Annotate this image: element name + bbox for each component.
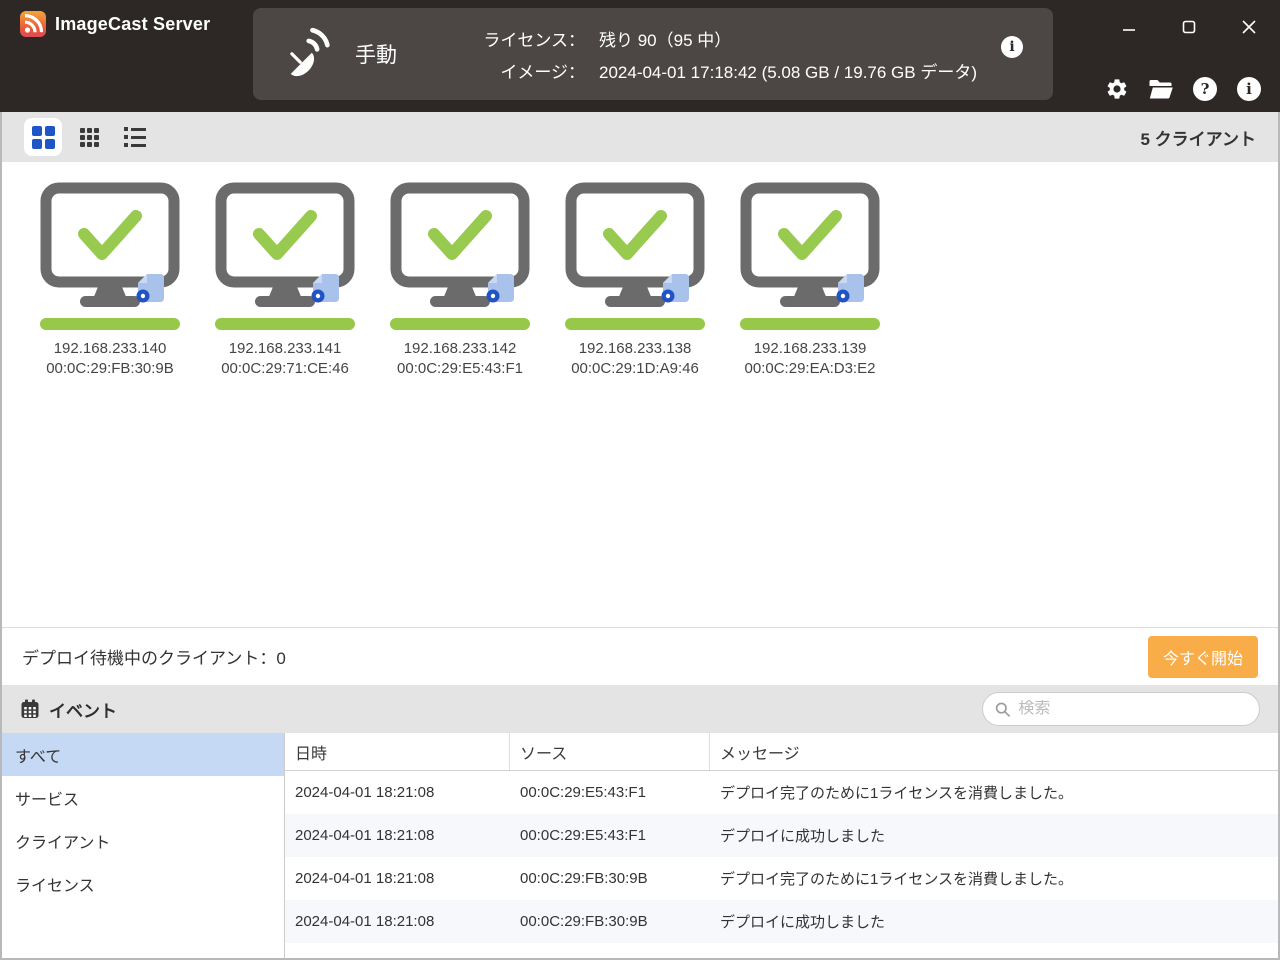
client-card[interactable]: 192.168.233.138 00:0C:29:1D:A9:46 — [559, 182, 711, 627]
deploy-mode-label: 手動 — [355, 44, 397, 67]
client-ip: 192.168.233.141 — [228, 340, 342, 357]
client-monitor-success-icon — [740, 182, 880, 307]
event-source: 00:0C:29:FB:30:9B — [520, 870, 648, 887]
client-card[interactable]: 192.168.233.139 00:0C:29:EA:D3:E2 — [734, 182, 886, 627]
license-value: 残り 90（95 中） — [599, 30, 732, 50]
license-info-icon[interactable]: i — [1001, 36, 1023, 58]
deploy-waiting-label: デプロイ待機中のクライアント：0 — [22, 649, 286, 668]
large-grid-view-button[interactable] — [24, 118, 62, 156]
event-message: デプロイ完了のために1ライセンスを消費しました。 — [720, 785, 1074, 802]
client-ip: 192.168.233.139 — [753, 340, 867, 357]
help-icon[interactable]: ? — [1192, 76, 1218, 102]
event-filter-item-サービス[interactable]: サービス — [2, 776, 284, 819]
app-logo-rss-icon — [20, 11, 46, 37]
client-ip: 192.168.233.140 — [53, 340, 167, 357]
event-source: 00:0C:29:E5:43:F1 — [520, 784, 646, 801]
client-ip: 192.168.233.138 — [578, 340, 692, 357]
column-header-message[interactable]: メッセージ — [710, 733, 1278, 770]
license-label: ライセンス： — [483, 30, 585, 50]
titlebar: ImageCast Server 手動 ライセンス： 残り 90（95 中） イ… — [0, 0, 1280, 112]
event-table-row[interactable]: 2024-04-01 18:21:08 00:0C:29:FB:30:9B デプ… — [285, 900, 1278, 943]
event-time: 2024-04-01 18:21:08 — [295, 827, 435, 844]
event-section-title: イベント — [49, 701, 117, 721]
status-panel: 手動 ライセンス： 残り 90（95 中） イメージ： 2024-04-01 1… — [253, 8, 1053, 100]
client-monitor-success-icon — [215, 182, 355, 307]
client-card[interactable]: 192.168.233.141 00:0C:29:71:CE:46 — [209, 182, 361, 627]
event-table-row[interactable]: 2024-04-01 18:21:08 00:0C:29:E5:43:F1 デプ… — [285, 814, 1278, 857]
app-brand: ImageCast Server — [20, 11, 210, 37]
event-table-rows: 2024-04-01 18:21:08 00:0C:29:E5:43:F1 デプ… — [285, 771, 1278, 943]
client-ip: 192.168.233.142 — [403, 340, 517, 357]
magnifier-icon — [995, 702, 1010, 717]
minimize-button[interactable] — [1112, 12, 1146, 42]
client-monitor-success-icon — [40, 182, 180, 307]
client-progress-bar — [390, 318, 530, 330]
event-filter-sidebar: すべて サービス クライアント ライセンス — [2, 733, 285, 958]
client-count-label: 5 クライアント — [1140, 129, 1257, 149]
client-monitor-success-icon — [390, 182, 530, 307]
calendar-icon — [21, 699, 39, 718]
column-header-source[interactable]: ソース — [510, 733, 710, 770]
image-label: イメージ： — [500, 62, 585, 82]
event-table-header: 日時 ソース メッセージ — [285, 733, 1278, 771]
satellite-dish-icon — [290, 27, 330, 77]
client-progress-bar — [215, 318, 355, 330]
event-body: すべて サービス クライアント ライセンス 日時 ソース メッセージ 2024-… — [2, 733, 1278, 958]
app-body: 5 クライアント 192.168.233.140 00:0C:29:FB:30:… — [0, 112, 1280, 960]
window-controls — [1112, 12, 1266, 42]
event-time: 2024-04-01 18:21:08 — [295, 870, 435, 887]
client-grid: 192.168.233.140 00:0C:29:FB:30:9B 192.16… — [2, 162, 1278, 627]
open-folder-icon[interactable] — [1148, 76, 1174, 102]
titlebar-actions: ? i — [1104, 76, 1262, 102]
event-table: 日時 ソース メッセージ 2024-04-01 18:21:08 00:0C:2… — [285, 733, 1278, 958]
event-filter-item-すべて[interactable]: すべて — [2, 733, 284, 776]
client-mac: 00:0C:29:EA:D3:E2 — [744, 360, 876, 377]
small-grid-view-icon — [79, 127, 99, 147]
client-progress-bar — [40, 318, 180, 330]
client-mac: 00:0C:29:71:CE:46 — [221, 360, 349, 377]
event-table-row[interactable]: 2024-04-01 18:21:08 00:0C:29:E5:43:F1 デプ… — [285, 771, 1278, 814]
client-monitor-success-icon — [565, 182, 705, 307]
small-grid-view-button[interactable] — [70, 118, 108, 156]
event-source: 00:0C:29:FB:30:9B — [520, 913, 648, 930]
info-icon[interactable]: i — [1236, 76, 1262, 102]
event-message: デプロイ完了のために1ライセンスを消費しました。 — [720, 871, 1074, 888]
event-search-box[interactable] — [982, 692, 1260, 726]
view-toolbar: 5 クライアント — [2, 112, 1278, 162]
start-now-button[interactable]: 今すぐ開始 — [1147, 635, 1258, 678]
client-mac: 00:0C:29:FB:30:9B — [46, 360, 174, 377]
client-progress-bar — [565, 318, 705, 330]
maximize-button[interactable] — [1172, 12, 1206, 42]
client-card[interactable]: 192.168.233.142 00:0C:29:E5:43:F1 — [384, 182, 536, 627]
event-table-row[interactable]: 2024-04-01 18:21:08 00:0C:29:FB:30:9B デプ… — [285, 857, 1278, 900]
event-message: デプロイに成功しました — [720, 828, 886, 845]
image-value: 2024-04-01 17:18:42 (5.08 GB / 19.76 GB … — [599, 62, 977, 82]
event-filter-item-クライアント[interactable]: クライアント — [2, 819, 284, 862]
event-time: 2024-04-01 18:21:08 — [295, 784, 435, 801]
client-card[interactable]: 192.168.233.140 00:0C:29:FB:30:9B — [34, 182, 186, 627]
deploy-status-row: デプロイ待機中のクライアント：0 今すぐ開始 — [2, 627, 1278, 685]
settings-gear-icon[interactable] — [1104, 76, 1130, 102]
event-time: 2024-04-01 18:21:08 — [295, 913, 435, 930]
event-source: 00:0C:29:E5:43:F1 — [520, 827, 646, 844]
app-title: ImageCast Server — [55, 13, 211, 34]
list-view-button[interactable] — [116, 118, 154, 156]
list-view-icon — [124, 127, 146, 147]
client-mac: 00:0C:29:E5:43:F1 — [397, 360, 523, 377]
event-section-header: イベント — [2, 685, 1278, 733]
column-header-time[interactable]: 日時 — [285, 733, 510, 770]
close-button[interactable] — [1232, 12, 1266, 42]
client-progress-bar — [740, 318, 880, 330]
large-grid-view-icon — [31, 125, 55, 149]
event-message: デプロイに成功しました — [720, 914, 886, 931]
event-search-input[interactable] — [1018, 700, 1247, 718]
license-summary: ライセンス： 残り 90（95 中） イメージ： 2024-04-01 17:1… — [465, 26, 977, 83]
event-filter-item-ライセンス[interactable]: ライセンス — [2, 862, 284, 905]
client-mac: 00:0C:29:1D:A9:46 — [571, 360, 699, 377]
